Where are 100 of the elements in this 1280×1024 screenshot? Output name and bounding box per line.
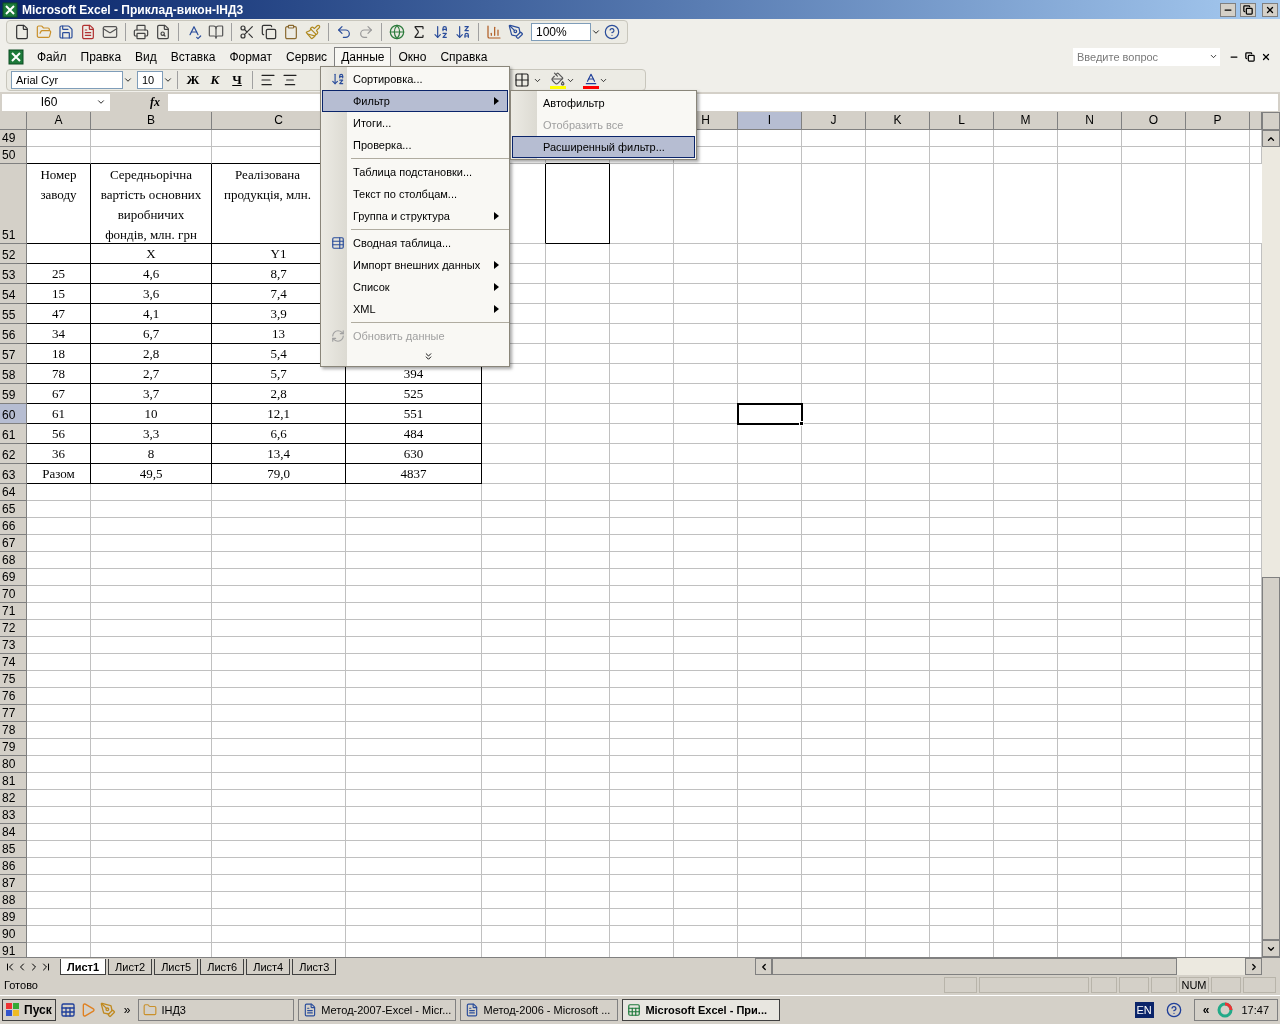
row-header[interactable]: 58 <box>0 364 27 384</box>
menu-item[interactable]: Окно <box>391 46 434 67</box>
row-header[interactable]: 49 <box>0 130 27 147</box>
sheet-tab[interactable]: Лист4 <box>246 958 291 975</box>
table-cell: 34 <box>27 324 91 344</box>
row-header[interactable]: 59 <box>0 384 27 404</box>
taskbar-button[interactable]: ІНД3 <box>138 999 295 1021</box>
row-header[interactable]: 74 <box>0 654 27 671</box>
row-header[interactable]: 50 <box>0 147 27 164</box>
row-header[interactable]: 76 <box>0 688 27 705</box>
menu-item[interactable]: Данные <box>334 46 392 67</box>
show-hidden-icons-button[interactable]: « <box>1202 1001 1210 1019</box>
row-header[interactable]: 88 <box>0 892 27 909</box>
sheet-tab[interactable]: Лист3 <box>292 958 337 975</box>
name-box[interactable]: I60 <box>2 93 96 111</box>
taskbar-button[interactable]: Microsoft Excel - При... <box>622 999 781 1021</box>
column-header[interactable]: M <box>994 112 1058 130</box>
row-header[interactable]: 84 <box>0 824 27 841</box>
column-header[interactable]: K <box>866 112 930 130</box>
taskbar-button[interactable]: Метод-2006 - Microsoft ... <box>460 999 619 1021</box>
table-cell: 25 <box>27 264 91 284</box>
row-header[interactable]: 87 <box>0 875 27 892</box>
row-header[interactable]: 90 <box>0 926 27 943</box>
row-header[interactable]: 51 <box>0 164 27 244</box>
zoom-field[interactable]: 100% <box>531 23 591 41</box>
row-header[interactable]: 89 <box>0 909 27 926</box>
menu-item[interactable]: Справка <box>433 46 495 67</box>
table-cell: 484 <box>346 424 482 444</box>
row-header[interactable]: 86 <box>0 858 27 875</box>
column-header[interactable]: N <box>1058 112 1122 130</box>
more-button[interactable]: » <box>119 1001 135 1019</box>
column-header[interactable]: L <box>930 112 994 130</box>
row-header[interactable]: 52 <box>0 244 27 264</box>
row-header[interactable]: 69 <box>0 569 27 586</box>
row-header[interactable]: 73 <box>0 637 27 654</box>
row-header[interactable]: 91 <box>0 943 27 957</box>
table-cell: 525 <box>346 384 482 404</box>
row-header[interactable]: 53 <box>0 264 27 284</box>
format-button[interactable]: К <box>204 70 226 90</box>
menu-item[interactable]: Вид <box>128 46 164 67</box>
table-cell: 6,6 <box>212 424 346 444</box>
table-cell: 47 <box>27 304 91 324</box>
column-header[interactable]: A <box>27 112 91 130</box>
language-indicator[interactable]: EN <box>1134 1001 1154 1019</box>
submenu-item[interactable]: Автофильтр <box>512 92 695 114</box>
format-button[interactable]: Ч <box>226 70 248 90</box>
row-header[interactable]: 82 <box>0 790 27 807</box>
question-field[interactable]: Введите вопрос <box>1073 47 1209 66</box>
sheet-tab[interactable]: Лист5 <box>154 958 199 975</box>
function-label[interactable]: fx <box>114 93 164 111</box>
row-header[interactable]: 71 <box>0 603 27 620</box>
column-header[interactable]: O <box>1122 112 1186 130</box>
row-header[interactable]: 68 <box>0 552 27 569</box>
column-header[interactable]: B <box>91 112 212 130</box>
row-header[interactable]: 64 <box>0 484 27 501</box>
row-header[interactable]: 54 <box>0 284 27 304</box>
row-header[interactable]: 62 <box>0 444 27 464</box>
format-button[interactable]: Ж <box>182 70 204 90</box>
clock: 17:47 <box>1241 1002 1269 1018</box>
row-header[interactable]: 78 <box>0 722 27 739</box>
font-field[interactable]: Arial Cyr <box>11 71 123 89</box>
column-header[interactable]: P <box>1186 112 1250 130</box>
sheet-tab[interactable]: Лист1 <box>60 958 107 975</box>
row-header[interactable]: 83 <box>0 807 27 824</box>
menu-item[interactable]: Проверка... <box>322 134 508 156</box>
row-header[interactable]: 55 <box>0 304 27 324</box>
table-cell: 2,8 <box>212 384 346 404</box>
sheet-tab[interactable]: Лист2 <box>108 958 153 975</box>
row-header[interactable]: 80 <box>0 756 27 773</box>
row-header[interactable]: 61 <box>0 424 27 444</box>
row-header[interactable]: 72 <box>0 620 27 637</box>
row-header[interactable]: 81 <box>0 773 27 790</box>
row-header[interactable]: 66 <box>0 518 27 535</box>
table-cell: 551 <box>346 404 482 424</box>
row-header[interactable]: 65 <box>0 501 27 518</box>
start-button[interactable]: Пуск <box>2 999 56 1021</box>
status-panel: NUM <box>1179 977 1209 993</box>
column-header[interactable]: J <box>802 112 866 130</box>
column-header[interactable]: I <box>738 112 802 130</box>
menu-item[interactable]: Файл <box>30 46 74 67</box>
row-header[interactable]: 63 <box>0 464 27 484</box>
menu-item[interactable]: Фильтр <box>322 90 508 112</box>
menu-item[interactable]: Сортировка... <box>322 68 508 90</box>
font-size-field[interactable]: 10 <box>137 71 163 89</box>
menu-item[interactable]: Сервис <box>279 46 335 67</box>
row-header[interactable]: 79 <box>0 739 27 756</box>
menu-item[interactable]: Вставка <box>163 46 223 67</box>
menu-item[interactable]: Формат <box>222 46 280 67</box>
row-header[interactable]: 77 <box>0 705 27 722</box>
taskbar-button[interactable]: Метод-2007-Excel - Micr... <box>298 999 457 1021</box>
row-header[interactable]: 60 <box>0 404 27 424</box>
menu-item[interactable]: Правка <box>73 46 129 67</box>
row-header[interactable]: 57 <box>0 344 27 364</box>
row-header[interactable]: 56 <box>0 324 27 344</box>
row-header[interactable]: 85 <box>0 841 27 858</box>
submenu-item[interactable]: Расширенный фильтр... <box>512 136 695 158</box>
row-header[interactable]: 75 <box>0 671 27 688</box>
row-header[interactable]: 70 <box>0 586 27 603</box>
sheet-tab[interactable]: Лист6 <box>200 958 245 975</box>
row-header[interactable]: 67 <box>0 535 27 552</box>
